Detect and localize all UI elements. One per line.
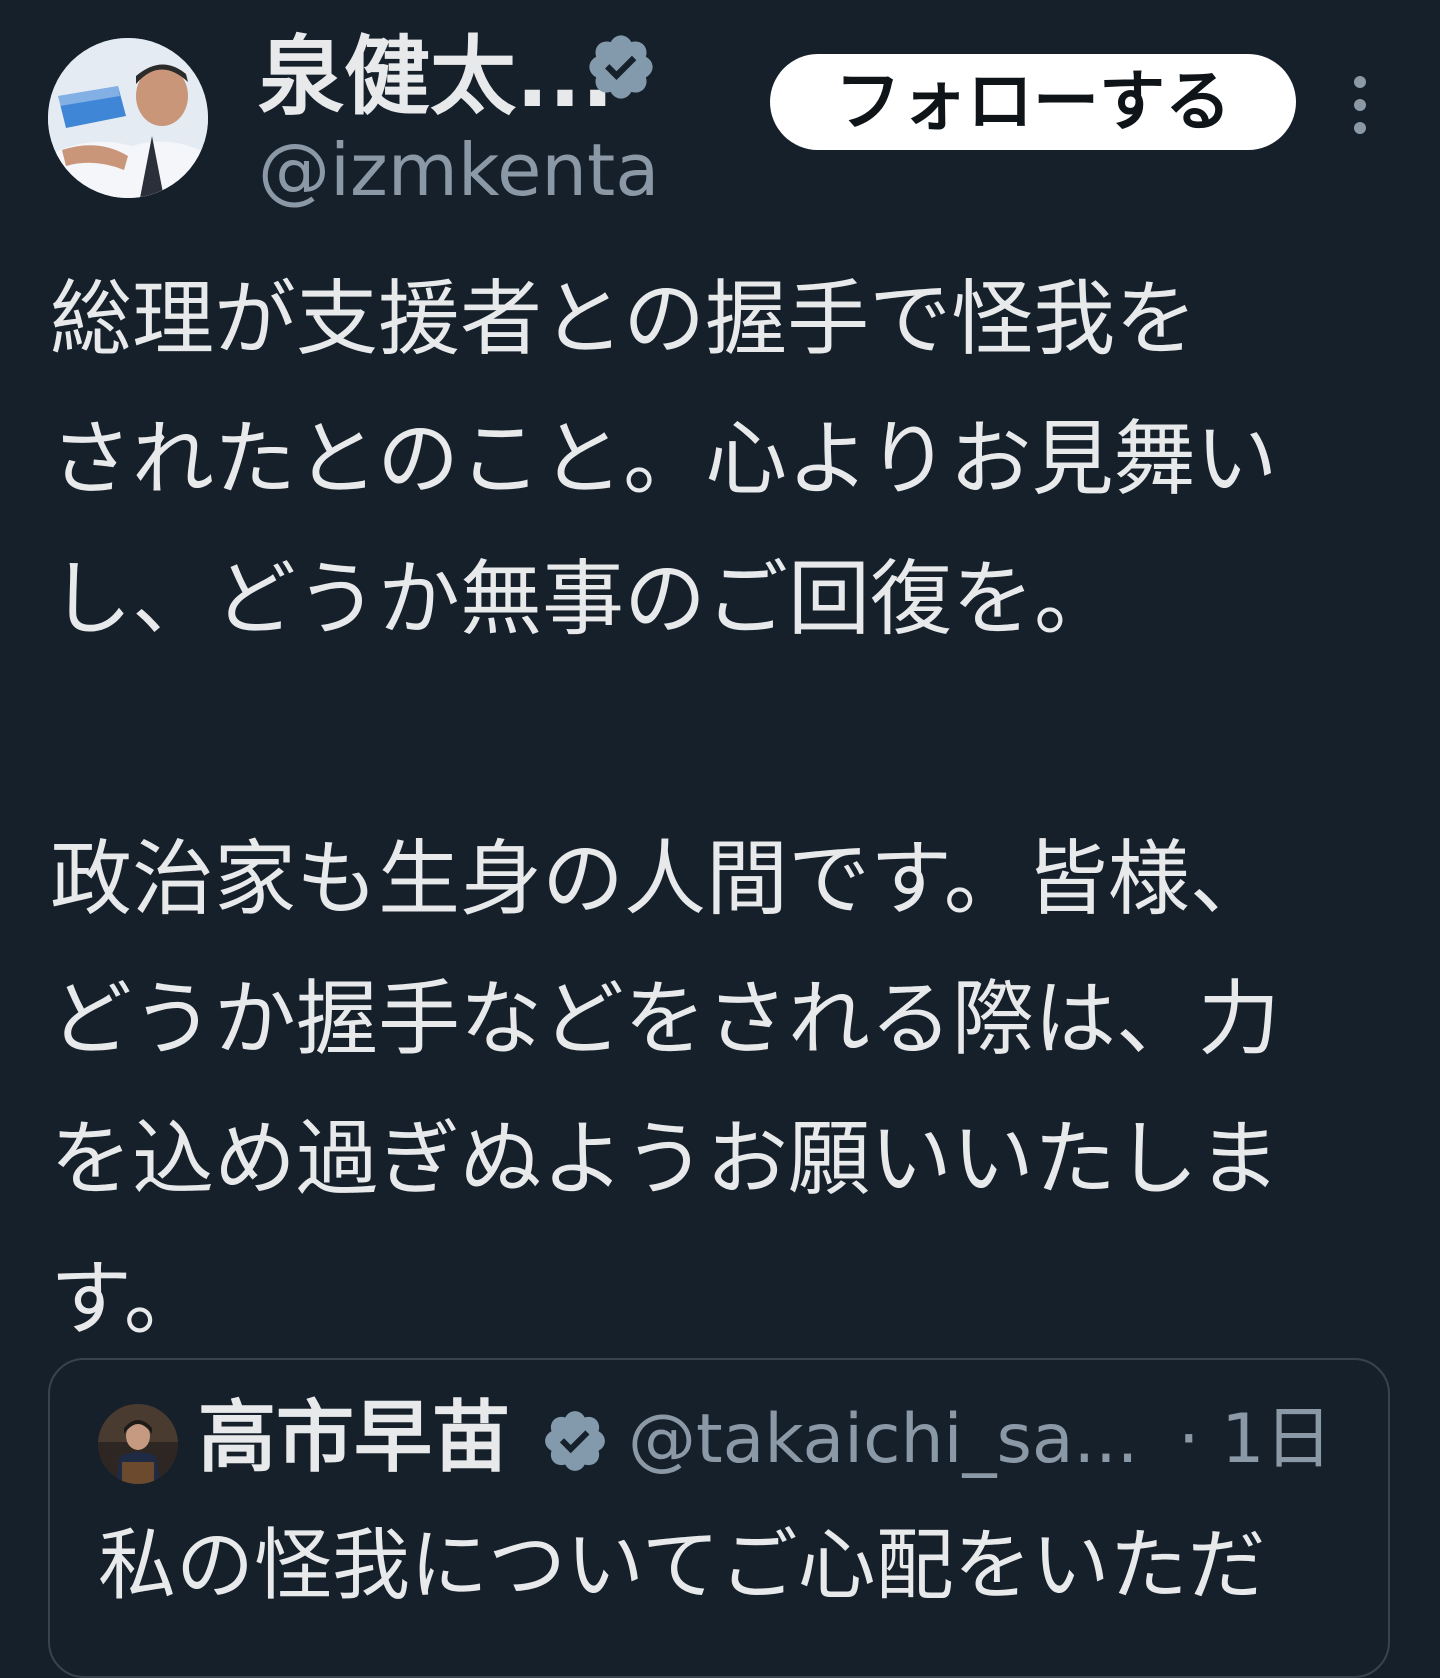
tweet-text-line: を込め過ぎぬようお願いいたしま <box>50 1112 1281 1207</box>
author-avatar[interactable] <box>48 38 208 198</box>
quoted-tweet-text: 私の怪我についてご心配をいただ <box>98 1521 1266 1611</box>
more-dot <box>1354 99 1366 111</box>
quoted-author-display-name[interactable]: 高市早苗 <box>198 1388 510 1488</box>
tweet-text-line: 総理が支援者との握手で怪我を <box>50 272 1198 367</box>
author-handle[interactable]: @izmkenta <box>258 128 659 212</box>
quoted-tweet-timestamp[interactable]: · 1日 <box>1178 1394 1333 1486</box>
follow-button[interactable]: フォローする <box>770 54 1296 150</box>
tweet-text-blank-line <box>50 670 1390 810</box>
quoted-author-avatar[interactable] <box>98 1404 178 1484</box>
tweet: 泉健太... @izmkenta フォローする 総理が支援者との握手で怪我を さ… <box>0 0 1440 1678</box>
quoted-author-handle[interactable]: @takaichi_sa... <box>628 1394 1138 1486</box>
tweet-text-line: 政治家も生身の人間です。皆様、 <box>50 832 1272 927</box>
tweet-text-line: す。 <box>50 1252 206 1347</box>
quoted-tweet-card[interactable]: 高市早苗 @takaichi_sa... · 1日 私の怪我についてご心配をいた… <box>48 1358 1390 1678</box>
more-dot <box>1354 76 1366 88</box>
tweet-text-line: し、どうか無事のご回復を。 <box>50 552 1117 647</box>
tweet-text-line: どうか握手などをされる際は、力 <box>50 972 1281 1067</box>
more-vertical-icon[interactable] <box>1340 70 1380 140</box>
author-display-name[interactable]: 泉健太... <box>258 22 614 132</box>
verified-badge-icon <box>545 1411 605 1471</box>
tweet-text: 総理が支援者との握手で怪我を されたとのこと。心よりお見舞い し、どうか無事のご… <box>50 250 1390 1370</box>
more-dot <box>1354 122 1366 134</box>
tweet-text-line: されたとのこと。心よりお見舞い <box>50 412 1278 507</box>
verified-badge-icon <box>589 35 653 99</box>
